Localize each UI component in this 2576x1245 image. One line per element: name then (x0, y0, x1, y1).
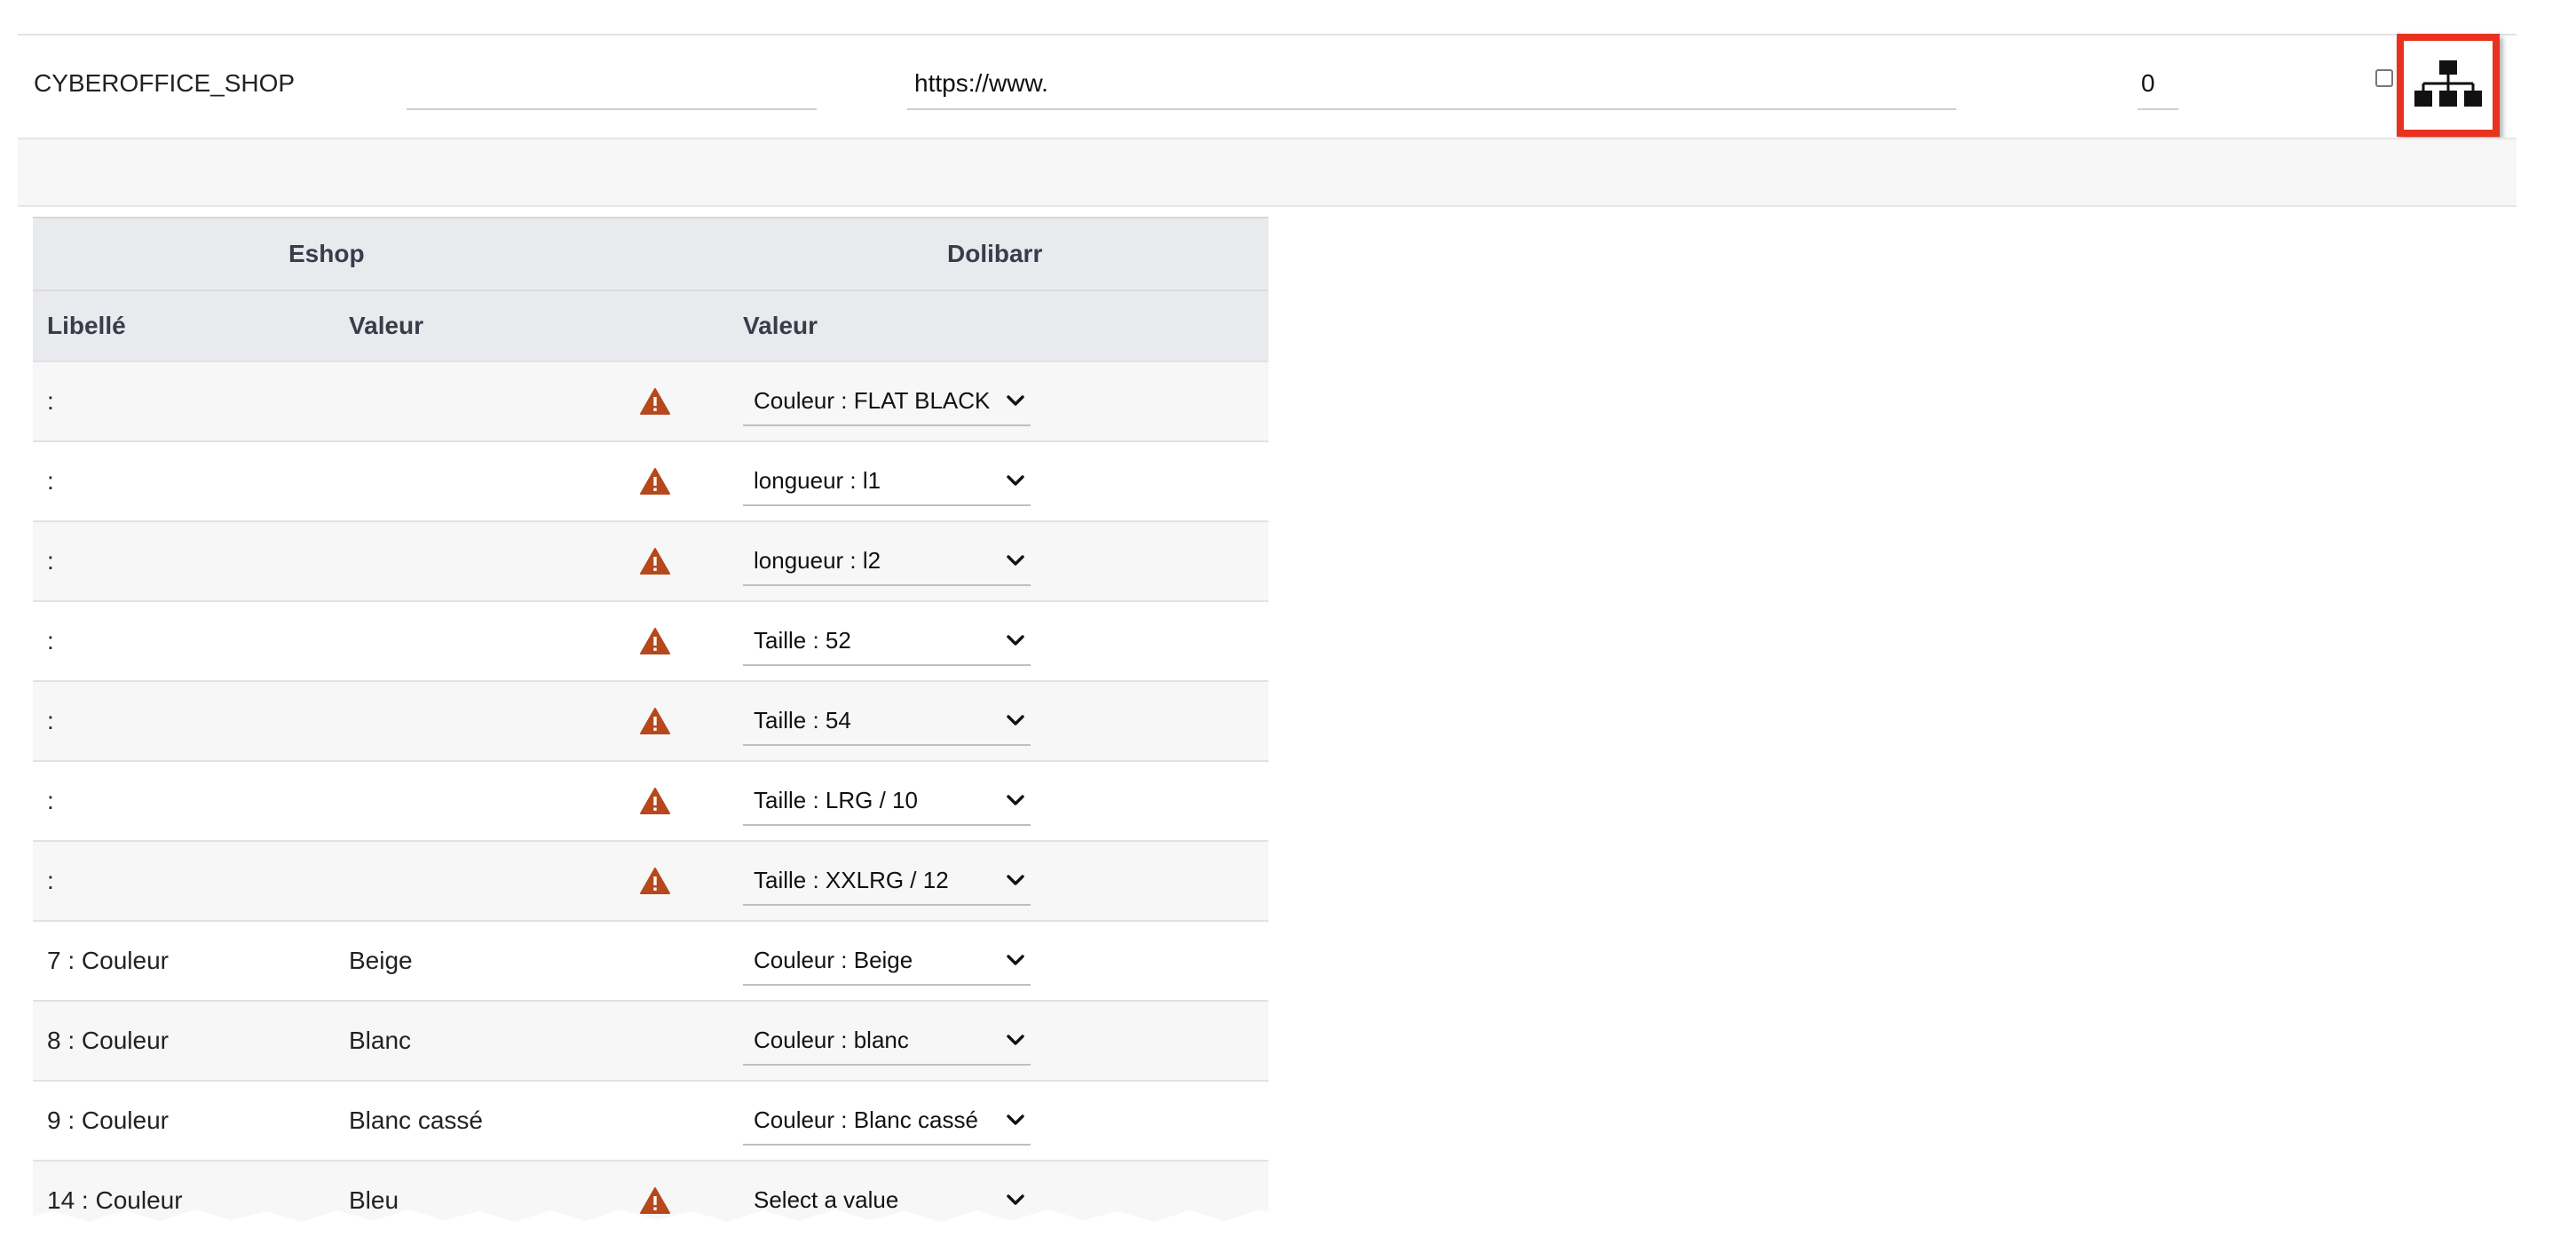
warning-icon (640, 628, 670, 654)
chevron-down-icon (1007, 395, 1024, 406)
eshop-group-header: Eshop (288, 240, 365, 267)
row-eshop-value: Beige (349, 947, 413, 974)
row-label: : (47, 547, 54, 575)
count-field[interactable]: 0 (2141, 69, 2155, 98)
select-value: Taille : 52 (754, 627, 851, 654)
row-label: 7 : Couleur (47, 947, 169, 974)
table-row: : Taille : 54 (33, 680, 1268, 760)
shop-name: CYBEROFFICE_SHOP (34, 69, 296, 97)
warning-icon (640, 788, 670, 814)
select-value: Taille : 54 (754, 707, 851, 734)
table-row: : Couleur : FLAT BLACK (33, 361, 1268, 440)
label-column-header: Libellé (47, 312, 126, 339)
torn-paper: CYBEROFFICE_SHOP https://www. 0 Eshop Do… (0, 0, 2556, 1222)
chevron-down-icon (1007, 635, 1024, 646)
attribute-mapping-table: Eshop Dolibarr Libellé Valeur Valeur : Co… (33, 217, 1268, 1222)
count-underline (2137, 108, 2178, 110)
select-value: Couleur : Blanc cassé (754, 1106, 978, 1133)
table-row: : longueur : l1 (33, 440, 1268, 520)
empty-text-field[interactable] (407, 108, 817, 110)
dolibarr-value-select[interactable]: Couleur : Beige (743, 936, 1031, 986)
row-label: : (47, 627, 54, 654)
shop-url-underline (907, 108, 1956, 110)
dolibarr-group-header: Dolibarr (947, 240, 1043, 267)
table-row: : Taille : LRG / 10 (33, 760, 1268, 840)
eshop-value-column-header: Valeur (349, 312, 424, 339)
warning-icon (640, 468, 670, 495)
group-header-row: Eshop Dolibarr (33, 217, 1268, 289)
chevron-down-icon (1007, 715, 1024, 726)
select-value: Select a value (754, 1186, 899, 1213)
dolibarr-value-select[interactable]: longueur : l1 (743, 456, 1031, 506)
dolibarr-value-select[interactable]: Couleur : Blanc cassé (743, 1096, 1031, 1146)
shop-checkbox[interactable] (2375, 69, 2393, 87)
hierarchy-button[interactable] (2397, 34, 2500, 137)
row-label: : (47, 707, 54, 734)
chevron-down-icon (1007, 875, 1024, 885)
dolibarr-value-select[interactable]: longueur : l2 (743, 536, 1031, 586)
row-divider (18, 34, 2517, 36)
select-value: Couleur : Beige (754, 947, 913, 973)
dolibarr-value-column-header: Valeur (743, 312, 818, 339)
dolibarr-value-select[interactable]: Couleur : FLAT BLACK (743, 377, 1031, 426)
chevron-down-icon (1007, 1035, 1024, 1045)
row-label: 8 : Couleur (47, 1027, 169, 1054)
table-row: 9 : Couleur Blanc cassé Couleur : Blanc ca… (33, 1080, 1268, 1160)
row-label: : (47, 387, 54, 415)
row-label: 14 : Couleur (47, 1186, 183, 1214)
separator-band (18, 138, 2517, 207)
chevron-down-icon (1007, 1194, 1024, 1205)
dolibarr-value-select[interactable]: Select a value (743, 1176, 1031, 1222)
table-row: : Taille : 52 (33, 600, 1268, 680)
row-eshop-value: Blanc cassé (349, 1106, 483, 1134)
row-label: : (47, 787, 54, 814)
table-row: : Taille : XXLRG / 12 (33, 840, 1268, 920)
warning-icon (640, 868, 670, 894)
chevron-down-icon (1007, 1114, 1024, 1125)
dolibarr-value-select[interactable]: Taille : 52 (743, 616, 1031, 666)
select-value: Taille : LRG / 10 (754, 787, 918, 813)
warning-icon (640, 388, 670, 415)
chevron-down-icon (1007, 955, 1024, 965)
warning-icon (640, 548, 670, 575)
table-row: 7 : Couleur Beige Couleur : Beige (33, 920, 1268, 1000)
table-row: 8 : Couleur Blanc Couleur : blanc (33, 1000, 1268, 1080)
row-eshop-value: Blanc (349, 1027, 412, 1054)
dolibarr-value-select[interactable]: Taille : XXLRG / 12 (743, 856, 1031, 906)
dolibarr-value-select[interactable]: Taille : 54 (743, 696, 1031, 746)
row-eshop-value: Bleu (349, 1186, 399, 1214)
dolibarr-value-select[interactable]: Couleur : blanc (743, 1016, 1031, 1066)
chevron-down-icon (1007, 795, 1024, 805)
select-value: Couleur : FLAT BLACK (754, 387, 991, 414)
shop-url-field[interactable]: https://www. (914, 69, 1048, 98)
warning-icon (640, 1187, 670, 1214)
table-row: : longueur : l2 (33, 520, 1268, 600)
select-value: longueur : l1 (754, 467, 881, 494)
table-body: : Couleur : FLAT BLACK: longueur : l1: long… (33, 361, 1268, 1222)
row-label: : (47, 467, 54, 495)
row-label: : (47, 867, 54, 894)
table-row: 14 : Couleur Bleu Select a value (33, 1160, 1268, 1222)
select-value: Couleur : blanc (754, 1027, 909, 1053)
hierarchy-icon (2414, 60, 2482, 107)
warning-icon (640, 708, 670, 734)
select-value: longueur : l2 (754, 547, 881, 574)
page: CYBEROFFICE_SHOP https://www. 0 Eshop Do… (0, 0, 2576, 1245)
chevron-down-icon (1007, 555, 1024, 566)
dolibarr-value-select[interactable]: Taille : LRG / 10 (743, 776, 1031, 826)
row-label: 9 : Couleur (47, 1106, 169, 1134)
column-header-row: Libellé Valeur Valeur (33, 289, 1268, 361)
chevron-down-icon (1007, 475, 1024, 486)
select-value: Taille : XXLRG / 12 (754, 867, 949, 893)
